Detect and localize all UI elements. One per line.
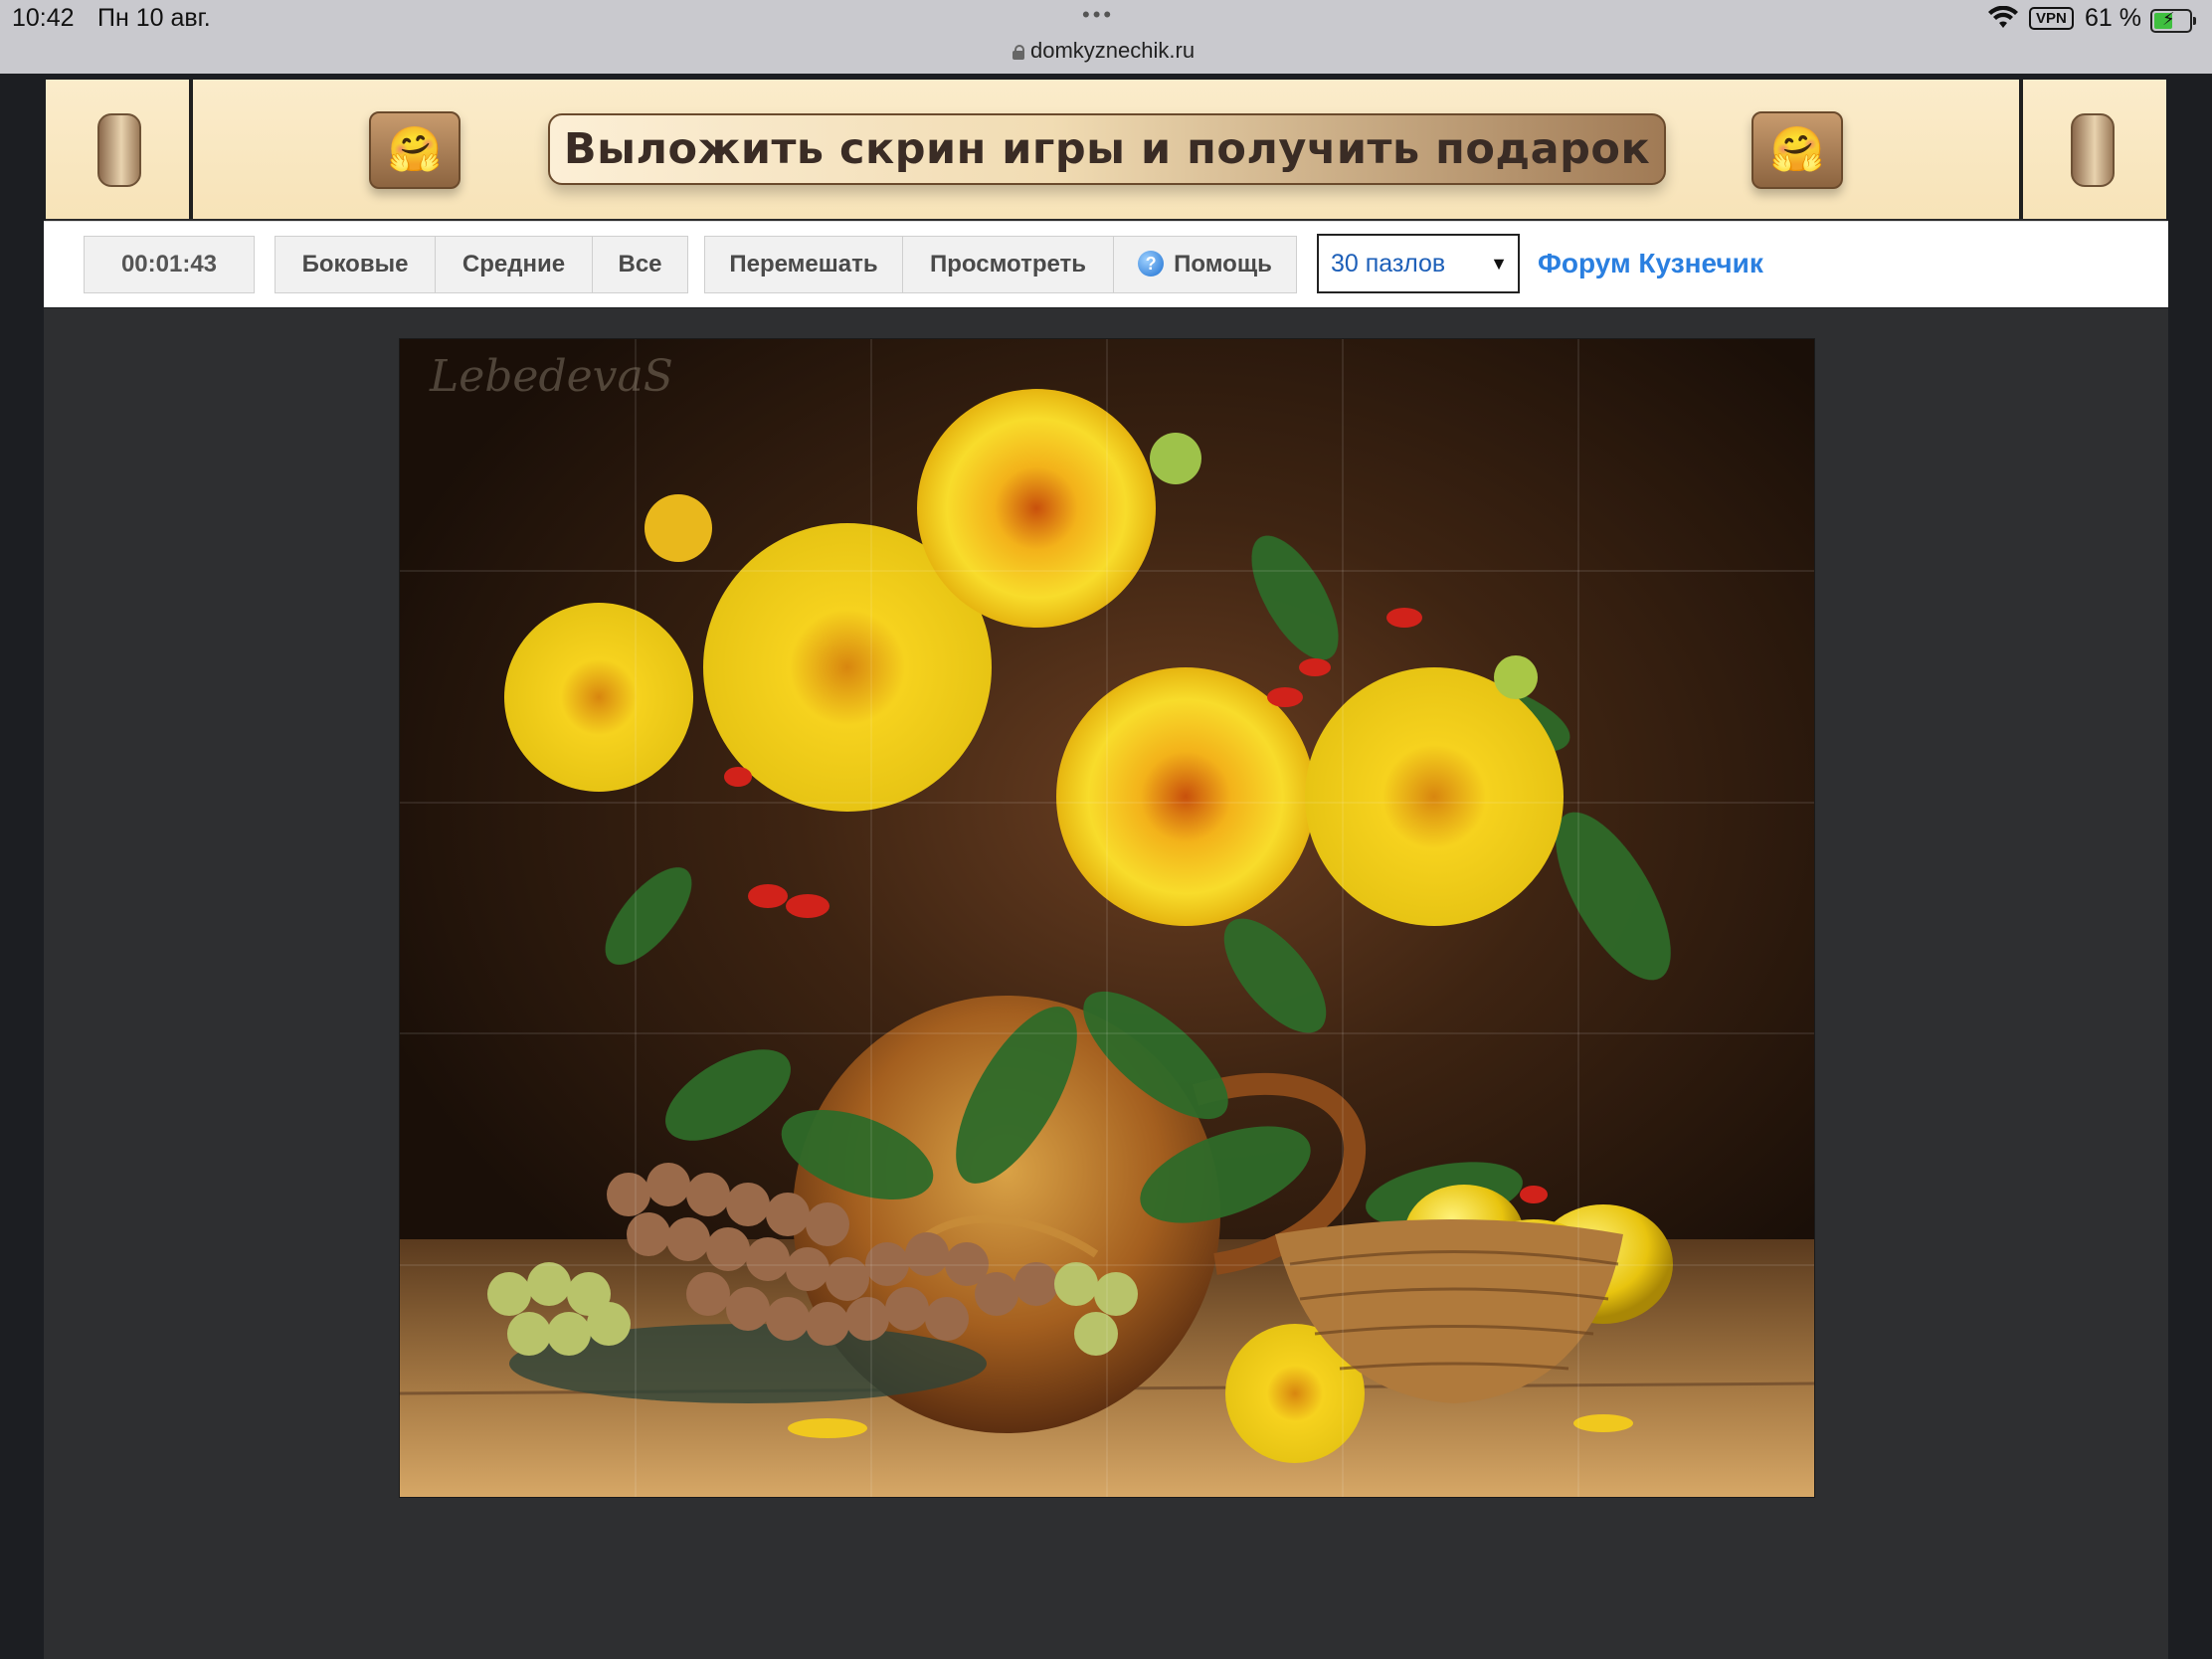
help-icon: ? bbox=[1138, 251, 1165, 276]
banner-divider-right bbox=[2019, 80, 2023, 219]
date: Пн 10 авг. bbox=[97, 4, 211, 32]
banner-knob-right bbox=[2071, 113, 2115, 187]
status-bar: 10:42 Пн 10 авг. ••• domkyznechik.ru VPN… bbox=[0, 0, 2212, 74]
help-label: Помощь bbox=[1174, 251, 1272, 277]
promo-banner: 🤗 Выложить скрин игры и получить подарок… bbox=[46, 80, 2166, 221]
banner-divider-left bbox=[189, 80, 193, 219]
banner-knob-left bbox=[97, 113, 141, 187]
multitasking-dots-icon[interactable]: ••• bbox=[1082, 2, 1114, 28]
promo-button[interactable]: Выложить скрин игры и получить подарок bbox=[548, 113, 1666, 185]
charging-bolt-icon: ⚡ bbox=[2162, 9, 2175, 29]
battery-percent: 61 % bbox=[2085, 4, 2141, 32]
battery-nub bbox=[2193, 17, 2196, 25]
hug-emoji-icon-right[interactable]: 🤗 bbox=[1751, 111, 1843, 189]
help-button[interactable]: ? Помощь bbox=[1114, 236, 1297, 293]
vpn-badge: VPN bbox=[2029, 7, 2074, 30]
preview-button[interactable]: Просмотреть bbox=[903, 236, 1114, 293]
shuffle-button[interactable]: Перемешать bbox=[704, 236, 903, 293]
timer: 00:01:43 bbox=[84, 236, 255, 293]
puzzle-image bbox=[400, 339, 1814, 1497]
edge-pieces-button[interactable]: Боковые bbox=[275, 236, 436, 293]
all-pieces-button[interactable]: Все bbox=[593, 236, 688, 293]
hug-emoji-icon-left[interactable]: 🤗 bbox=[369, 111, 461, 189]
forum-link[interactable]: Форум Кузнечик bbox=[1538, 248, 1763, 279]
battery-icon: ⚡ bbox=[2150, 9, 2196, 33]
puzzle-board[interactable]: LebedevaS bbox=[400, 339, 1814, 1497]
middle-pieces-button[interactable]: Средние bbox=[436, 236, 593, 293]
wifi-icon bbox=[1988, 6, 2018, 28]
dropdown-caret-icon: ▼ bbox=[1490, 254, 1508, 274]
clock: 10:42 bbox=[12, 4, 75, 32]
piece-count-value: 30 пазлов bbox=[1331, 250, 1446, 277]
puzzle-toolbar: 00:01:43 Боковые Средние Все Перемешать … bbox=[44, 221, 2168, 307]
image-watermark: LebedevaS bbox=[430, 351, 673, 402]
address-bar[interactable]: domkyznechik.ru bbox=[1013, 38, 1195, 64]
lock-icon bbox=[1013, 45, 1024, 60]
url-text: domkyznechik.ru bbox=[1030, 38, 1196, 63]
piece-count-select[interactable]: 30 пазлов ▼ bbox=[1317, 234, 1520, 293]
